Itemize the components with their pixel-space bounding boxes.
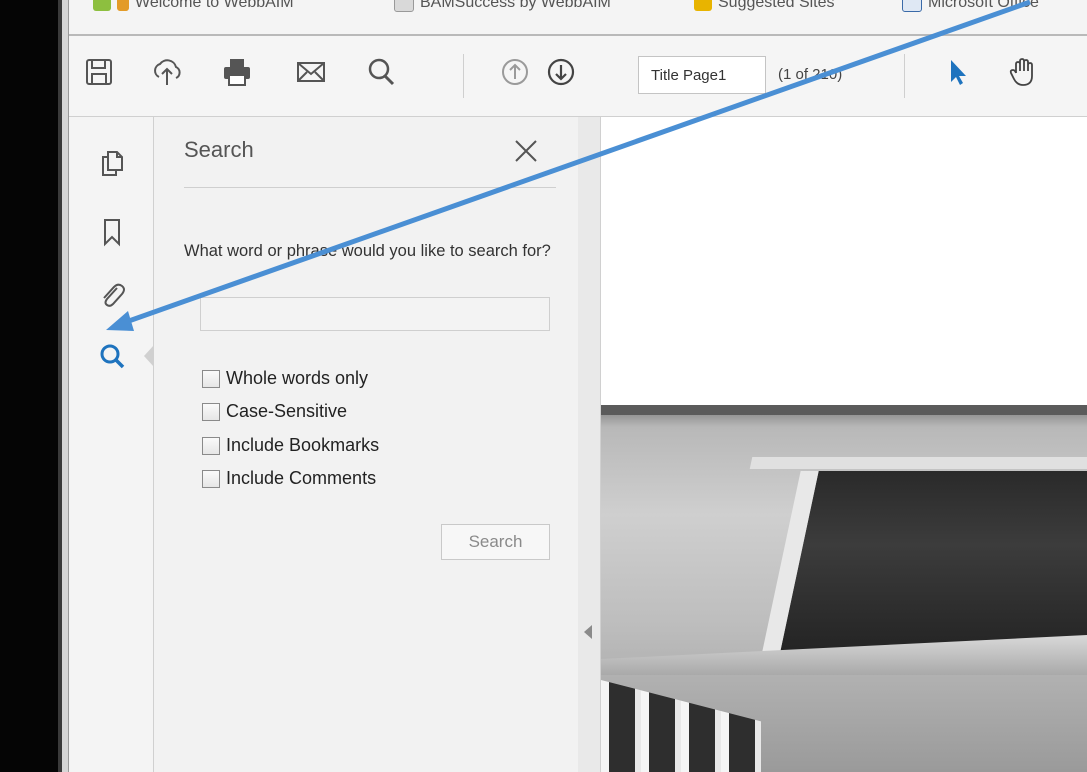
search-icon (368, 58, 395, 86)
close-panel-button[interactable] (510, 135, 542, 167)
toolbar-separator (463, 54, 464, 98)
favorites-bar: Welcome to WebbAIM BAMSuccess by WebbAIM… (69, 0, 1087, 36)
option-label: Include Comments (226, 468, 377, 488)
pages-panel-button[interactable] (95, 145, 129, 181)
bookmarks-panel-button[interactable] (95, 214, 129, 250)
search-input[interactable] (200, 297, 550, 331)
checkbox[interactable] (202, 402, 220, 421)
navigation-pane (69, 117, 154, 772)
suggested-sites-favicon-icon (694, 0, 712, 11)
window-panes (601, 680, 761, 772)
upload-button[interactable] (147, 52, 187, 92)
print-button[interactable] (217, 52, 257, 92)
page-label-field[interactable]: Title Page1 (638, 56, 766, 94)
previous-page-icon (502, 59, 528, 85)
favorite-label: Microsoft Office (928, 0, 1039, 11)
page-label-text: Title Page1 (651, 66, 727, 84)
upload-icon (154, 59, 181, 85)
panel-divider (184, 187, 556, 188)
checkbox[interactable] (202, 436, 220, 455)
search-prompt: What word or phrase would you like to se… (184, 242, 551, 260)
favorite-label: Welcome to WebbAIM (135, 0, 294, 11)
close-icon (515, 140, 537, 162)
search-icon (100, 344, 125, 369)
pages-icon (102, 151, 123, 176)
photo-border (601, 405, 1087, 415)
favorite-bamsuccess[interactable]: BAMSuccess by WebbAIM (394, 0, 611, 12)
option-label: Include Bookmarks (226, 435, 380, 455)
document-view[interactable] (601, 117, 1087, 772)
toolbar: Title Page1 (1 of 210) (69, 36, 1087, 117)
favorite-label: Suggested Sites (718, 0, 835, 11)
attachments-panel-button[interactable] (95, 277, 129, 313)
search-button[interactable]: Search (441, 524, 550, 560)
find-button[interactable] (361, 52, 401, 92)
previous-page-button[interactable] (495, 52, 535, 92)
checkbox[interactable] (202, 469, 220, 488)
option-include-bookmarks[interactable]: Include Bookmarks (202, 435, 379, 456)
select-tool-button[interactable] (937, 52, 977, 92)
bookmark-icon (104, 219, 120, 247)
page-photo (601, 405, 1087, 772)
panel-splitter[interactable] (578, 117, 601, 772)
webaim-favicon-icon (93, 0, 111, 11)
save-icon (86, 59, 112, 85)
left-desktop-strip (0, 0, 62, 772)
save-button[interactable] (79, 52, 119, 92)
toolbar-separator (904, 54, 905, 98)
favorite-microsoft-office[interactable]: Microsoft Office (902, 0, 1039, 12)
panel-title: Search (184, 137, 254, 162)
option-whole-words[interactable]: Whole words only (202, 368, 368, 389)
favorite-label: BAMSuccess by WebbAIM (420, 0, 611, 11)
next-page-icon (547, 58, 575, 86)
search-panel-button[interactable] (95, 339, 129, 375)
option-label: Whole words only (226, 368, 369, 388)
favorite-suggested-sites[interactable]: Suggested Sites (694, 0, 835, 12)
office-favicon-icon (902, 0, 922, 12)
pdf-reader-window: Welcome to WebbAIM BAMSuccess by WebbAIM… (62, 0, 1087, 772)
ceiling-recess (761, 471, 1087, 656)
print-icon (224, 59, 250, 86)
search-panel: Search What word or phrase would you lik… (154, 117, 579, 772)
favorite-webaim[interactable]: Welcome to WebbAIM (93, 0, 294, 12)
active-panel-pointer (144, 345, 154, 367)
page-count: (1 of 210) (778, 66, 843, 83)
email-icon (297, 62, 325, 82)
hand-tool-icon (1009, 58, 1033, 86)
ceiling-frame (749, 457, 1087, 469)
option-include-comments[interactable]: Include Comments (202, 468, 376, 489)
attachment-icon (103, 283, 125, 307)
collapse-arrow-icon[interactable] (584, 625, 592, 639)
checkbox[interactable] (202, 369, 220, 388)
window-frame (62, 0, 69, 772)
select-tool-icon (951, 60, 966, 85)
hand-tool-button[interactable] (1003, 52, 1043, 92)
next-page-button[interactable] (541, 52, 581, 92)
webaim-logo-icon (117, 0, 129, 11)
email-button[interactable] (291, 52, 331, 92)
page-favicon-icon (394, 0, 414, 12)
option-label: Case-Sensitive (226, 401, 348, 421)
option-case-sensitive[interactable]: Case-Sensitive (202, 401, 347, 422)
